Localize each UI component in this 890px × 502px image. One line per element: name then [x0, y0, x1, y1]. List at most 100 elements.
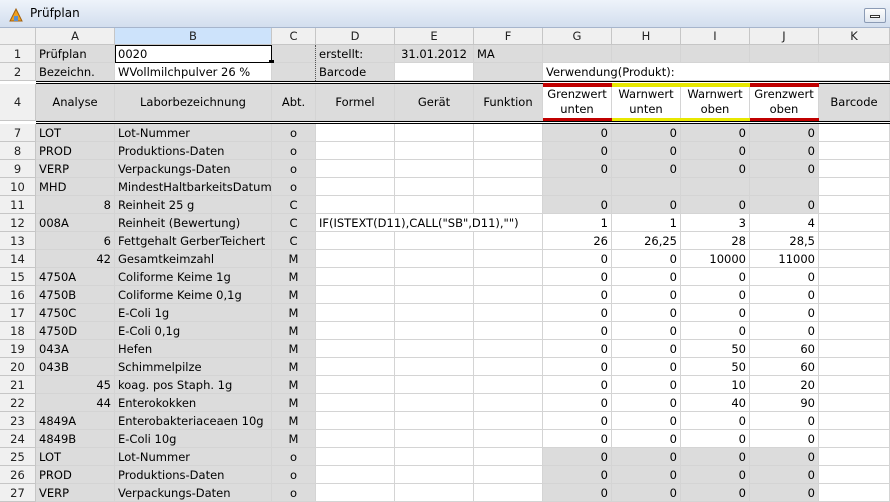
- cell-f10[interactable]: [474, 178, 543, 196]
- select-all-corner[interactable]: [0, 28, 36, 45]
- row-header-1[interactable]: 1: [0, 45, 36, 63]
- cell-g18[interactable]: 0: [543, 322, 612, 340]
- cell-b11[interactable]: Reinheit 25 g: [115, 196, 272, 214]
- cell-a9[interactable]: VERP: [36, 160, 115, 178]
- cell-f25[interactable]: [474, 448, 543, 466]
- cell-c11[interactable]: C: [272, 196, 316, 214]
- cell-b15[interactable]: Coliforme Keime 1g: [115, 268, 272, 286]
- cell-i21[interactable]: 10: [681, 376, 750, 394]
- cell-e16[interactable]: [395, 286, 474, 304]
- cell-c1[interactable]: [272, 45, 316, 63]
- cell-e22[interactable]: [395, 394, 474, 412]
- cell-b9[interactable]: Verpackungs-Daten: [115, 160, 272, 178]
- cell-f15[interactable]: [474, 268, 543, 286]
- row-header-26[interactable]: 26: [0, 466, 36, 484]
- cell-a26[interactable]: PROD: [36, 466, 115, 484]
- cell-f21[interactable]: [474, 376, 543, 394]
- cell-c8[interactable]: o: [272, 142, 316, 160]
- cell-f14[interactable]: [474, 250, 543, 268]
- cell-i14[interactable]: 10000: [681, 250, 750, 268]
- cell-e25[interactable]: [395, 448, 474, 466]
- cell-g27[interactable]: 0: [543, 484, 612, 502]
- row-header-15[interactable]: 15: [0, 268, 36, 286]
- cell-c17[interactable]: M: [272, 304, 316, 322]
- row-header-10[interactable]: 10: [0, 178, 36, 196]
- cell-i25[interactable]: 0: [681, 448, 750, 466]
- cell-j22[interactable]: 90: [750, 394, 819, 412]
- cell-c9[interactable]: o: [272, 160, 316, 178]
- cell-g8[interactable]: 0: [543, 142, 612, 160]
- cell-a12[interactable]: 008A: [36, 214, 115, 232]
- cell-f7[interactable]: [474, 124, 543, 142]
- cell-j15[interactable]: 0: [750, 268, 819, 286]
- column-header-j[interactable]: J: [750, 28, 819, 45]
- cell-j23[interactable]: 0: [750, 412, 819, 430]
- cell-e27[interactable]: [395, 484, 474, 502]
- cell-f1[interactable]: MA: [474, 45, 543, 63]
- cell-d10[interactable]: [316, 178, 395, 196]
- cell-g2[interactable]: Verwendung(Produkt):: [543, 63, 890, 81]
- cell-c24[interactable]: M: [272, 430, 316, 448]
- cell-f8[interactable]: [474, 142, 543, 160]
- cell-h19[interactable]: 0: [612, 340, 681, 358]
- cell-f20[interactable]: [474, 358, 543, 376]
- row-header-20[interactable]: 20: [0, 358, 36, 376]
- cell-c23[interactable]: M: [272, 412, 316, 430]
- cell-i22[interactable]: 40: [681, 394, 750, 412]
- cell-a8[interactable]: PROD: [36, 142, 115, 160]
- cell-d1[interactable]: erstellt:: [316, 45, 395, 63]
- cell-f17[interactable]: [474, 304, 543, 322]
- cell-f26[interactable]: [474, 466, 543, 484]
- cell-b2[interactable]: WVollmilchpulver 26 %: [115, 63, 272, 81]
- cell-d7[interactable]: [316, 124, 395, 142]
- column-header-i[interactable]: I: [681, 28, 750, 45]
- cell-h14[interactable]: 0: [612, 250, 681, 268]
- cell-h10[interactable]: [612, 178, 681, 196]
- cell-h25[interactable]: 0: [612, 448, 681, 466]
- cell-i23[interactable]: 0: [681, 412, 750, 430]
- cell-f13[interactable]: [474, 232, 543, 250]
- cell-a13[interactable]: 6: [36, 232, 115, 250]
- cell-b21[interactable]: koag. pos Staph. 1g: [115, 376, 272, 394]
- cell-f11[interactable]: [474, 196, 543, 214]
- cell-k15[interactable]: [819, 268, 890, 286]
- cell-h27[interactable]: 0: [612, 484, 681, 502]
- cell-g1[interactable]: [543, 45, 612, 63]
- cell-a27[interactable]: VERP: [36, 484, 115, 502]
- cell-j21[interactable]: 20: [750, 376, 819, 394]
- cell-h23[interactable]: 0: [612, 412, 681, 430]
- row-header-19[interactable]: 19: [0, 340, 36, 358]
- cell-e8[interactable]: [395, 142, 474, 160]
- cell-k1[interactable]: [819, 45, 890, 63]
- cell-k26[interactable]: [819, 466, 890, 484]
- row-header-2[interactable]: 2: [0, 63, 36, 81]
- row-header-27[interactable]: 27: [0, 484, 36, 502]
- cell-k9[interactable]: [819, 160, 890, 178]
- cell-h20[interactable]: 0: [612, 358, 681, 376]
- cell-k7[interactable]: [819, 124, 890, 142]
- cell-e17[interactable]: [395, 304, 474, 322]
- cell-a18[interactable]: 4750D: [36, 322, 115, 340]
- cell-i18[interactable]: 0: [681, 322, 750, 340]
- cell-k12[interactable]: [819, 214, 890, 232]
- cell-h12[interactable]: 1: [612, 214, 681, 232]
- cell-d26[interactable]: [316, 466, 395, 484]
- cell-c27[interactable]: o: [272, 484, 316, 502]
- cell-a21[interactable]: 45: [36, 376, 115, 394]
- cell-e18[interactable]: [395, 322, 474, 340]
- cell-f22[interactable]: [474, 394, 543, 412]
- cell-i12[interactable]: 3: [681, 214, 750, 232]
- cell-b16[interactable]: Coliforme Keime 0,1g: [115, 286, 272, 304]
- cell-b27[interactable]: Verpackungs-Daten: [115, 484, 272, 502]
- cell-g7[interactable]: 0: [543, 124, 612, 142]
- cell-k18[interactable]: [819, 322, 890, 340]
- cell-d25[interactable]: [316, 448, 395, 466]
- cell-d17[interactable]: [316, 304, 395, 322]
- cell-j20[interactable]: 60: [750, 358, 819, 376]
- row-header-18[interactable]: 18: [0, 322, 36, 340]
- cell-d14[interactable]: [316, 250, 395, 268]
- cell-a25[interactable]: LOT: [36, 448, 115, 466]
- cell-j11[interactable]: 0: [750, 196, 819, 214]
- cell-k16[interactable]: [819, 286, 890, 304]
- column-header-d[interactable]: D: [316, 28, 395, 45]
